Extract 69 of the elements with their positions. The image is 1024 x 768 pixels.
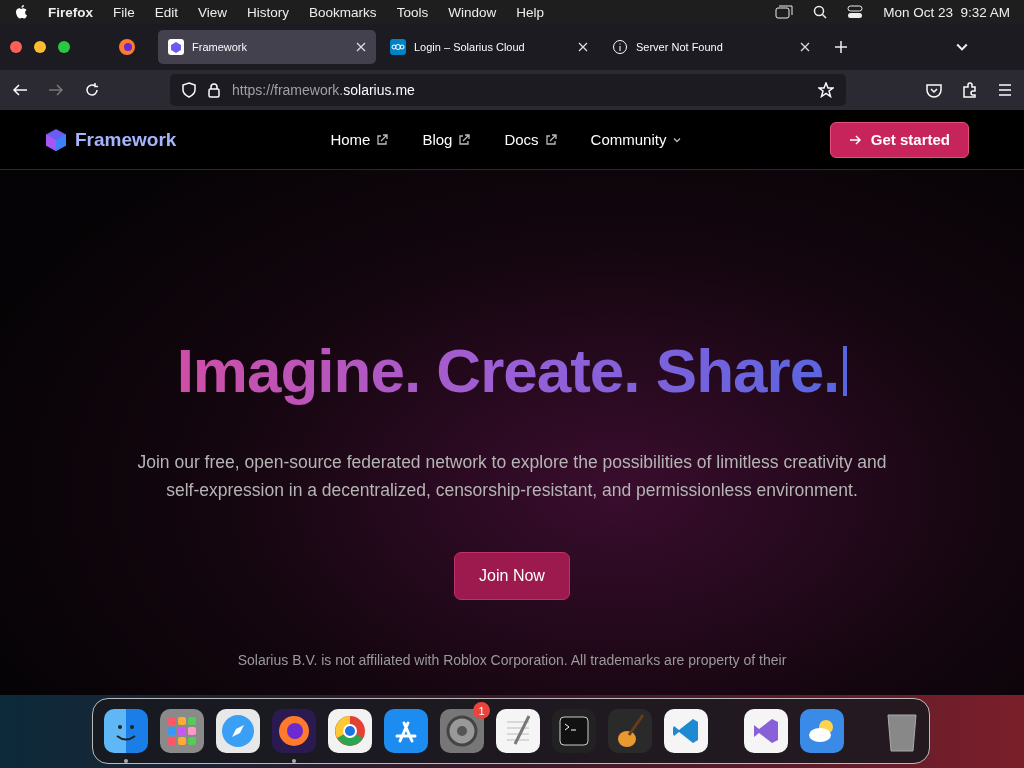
zoom-window-button[interactable] — [58, 41, 70, 53]
guitar-icon[interactable] — [608, 709, 652, 753]
minimize-window-button[interactable] — [34, 41, 46, 53]
smiling-face-icon[interactable] — [104, 709, 148, 753]
menu-item[interactable]: Firefox — [48, 4, 93, 20]
clock[interactable]: Mon Oct 23 9:32 AM — [883, 4, 1010, 20]
code-editor-icon[interactable] — [744, 709, 788, 753]
round-tricolor-icon[interactable] — [328, 709, 372, 753]
toggles-icon[interactable] — [847, 5, 864, 19]
notification-badge: 1 — [473, 702, 490, 719]
close-icon[interactable] — [800, 42, 810, 52]
menu-icon[interactable] — [998, 84, 1012, 96]
compass-icon[interactable] — [216, 709, 260, 753]
menu-item[interactable]: View — [198, 4, 228, 20]
address-bar[interactable]: https://framework.solarius.me — [170, 74, 846, 106]
fox-globe-icon[interactable] — [118, 38, 136, 56]
join-now-button[interactable]: Join Now — [454, 552, 570, 600]
apple-logo-icon[interactable] — [14, 4, 28, 20]
search-icon[interactable] — [813, 5, 828, 19]
url-domain: solarius.me — [343, 82, 415, 98]
cube-logo-icon[interactable] — [45, 127, 67, 152]
external-link-icon — [376, 133, 389, 146]
browser-tab[interactable]: Login – Solarius Cloud — [380, 30, 598, 64]
browser-tab[interactable]: Server Not Found — [602, 30, 820, 64]
pocket-icon[interactable] — [926, 82, 942, 98]
menu-item[interactable]: Window — [448, 4, 497, 20]
fox-globe-icon[interactable] — [272, 709, 316, 753]
nav-link[interactable]: Blog — [422, 131, 471, 148]
cube-icon — [168, 39, 184, 55]
disclaimer-text: Solarius B.V. is not affiliated with Roblox Corporation. All trademarks are property of their — [237, 652, 787, 668]
menu-item[interactable]: Bookmarks — [309, 4, 377, 20]
reload-icon[interactable] — [84, 82, 100, 98]
external-link-icon — [458, 133, 471, 146]
menu-item[interactable]: Help — [516, 4, 544, 20]
nav-link[interactable]: Community — [590, 131, 683, 148]
text-caret — [843, 345, 848, 396]
close-icon[interactable] — [578, 42, 588, 52]
info-icon — [612, 39, 628, 55]
notepad-pencil-icon[interactable] — [496, 709, 540, 753]
star-icon[interactable] — [818, 82, 834, 98]
puzzle-piece-icon[interactable] — [962, 82, 978, 98]
brand-name[interactable]: Framework — [75, 128, 177, 151]
letter-a-icon[interactable] — [384, 709, 428, 753]
gear-icon[interactable] — [440, 709, 484, 753]
right-arrow-icon — [848, 133, 861, 146]
lock-icon[interactable] — [208, 82, 220, 98]
shield-icon[interactable] — [182, 82, 196, 98]
forward-arrow-icon[interactable] — [48, 83, 64, 97]
lead-paragraph: Join our free, open-source federated network to explore the possibilities of limitless creativity and self-expression in a decentralized, censorship-resistant, and permissionless environment. — [136, 451, 888, 502]
url-text: https://framework. — [232, 82, 344, 98]
menu-item[interactable]: Edit — [154, 4, 179, 20]
get-started-button[interactable]: Get started — [829, 121, 969, 158]
app-grid-icon[interactable] — [160, 709, 204, 753]
close-window-button[interactable] — [10, 41, 22, 53]
back-arrow-icon[interactable] — [12, 83, 28, 97]
windows-icon[interactable] — [775, 5, 794, 19]
terminal-icon[interactable] — [552, 709, 596, 753]
browser-tab[interactable]: Framework — [158, 30, 376, 64]
external-link-icon — [544, 133, 557, 146]
plus-icon[interactable] — [834, 40, 848, 54]
menu-item[interactable]: Tools — [396, 4, 429, 20]
menu-item[interactable]: File — [113, 4, 135, 20]
nav-link[interactable]: Home — [330, 131, 389, 148]
rings-icon — [390, 39, 406, 55]
nav-link[interactable]: Docs — [504, 131, 557, 148]
menu-item[interactable]: History — [247, 4, 290, 20]
close-icon[interactable] — [356, 42, 366, 52]
cloud-sun-icon[interactable] — [800, 709, 844, 753]
code-editor-icon[interactable] — [664, 709, 708, 753]
